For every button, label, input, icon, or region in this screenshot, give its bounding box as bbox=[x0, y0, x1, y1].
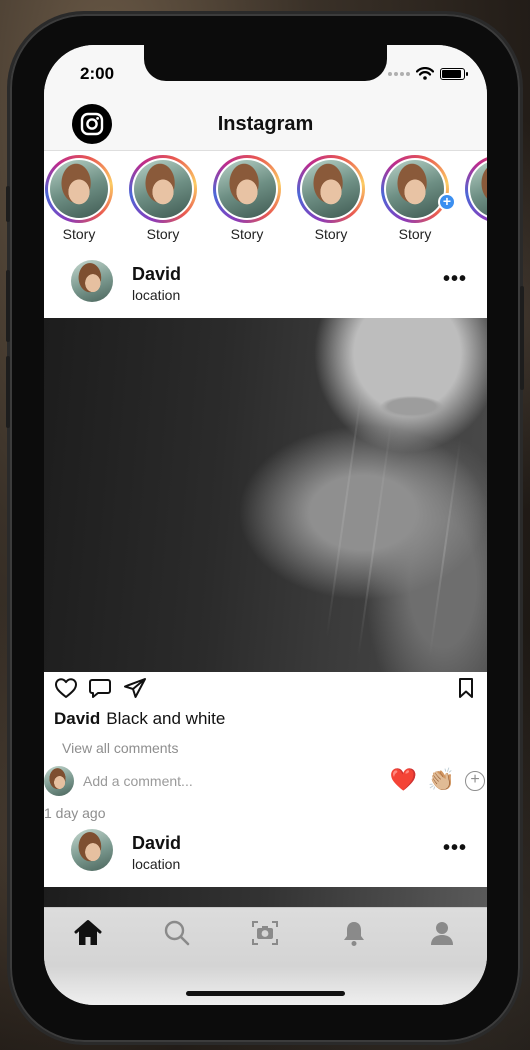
tab-bar bbox=[44, 907, 487, 1005]
battery-level bbox=[442, 69, 461, 78]
avatar[interactable] bbox=[71, 260, 113, 302]
story-avatar bbox=[470, 160, 487, 218]
app-screen: 2:00 Instagram Story Story Story Story +… bbox=[44, 45, 487, 1005]
story-item[interactable]: + Story bbox=[380, 155, 456, 242]
heart-emoji-button[interactable]: ❤️ bbox=[390, 767, 417, 793]
heart-icon[interactable] bbox=[54, 677, 78, 699]
story-item[interactable]: S bbox=[464, 155, 487, 242]
story-label: Story bbox=[62, 226, 96, 242]
story-item[interactable]: Story bbox=[296, 155, 366, 242]
post-username[interactable]: David bbox=[132, 264, 181, 285]
home-icon bbox=[74, 920, 102, 945]
story-item[interactable]: Story bbox=[44, 155, 114, 242]
story-avatar bbox=[50, 160, 108, 218]
post-location[interactable]: location bbox=[132, 287, 180, 303]
clap-emoji-button[interactable]: 👏🏼 bbox=[428, 767, 455, 793]
story-label: Story bbox=[314, 226, 348, 242]
post-caption: David Black and white bbox=[54, 709, 225, 729]
add-story-badge[interactable]: + bbox=[438, 193, 456, 211]
post-actions bbox=[44, 675, 487, 705]
volume-down-button bbox=[6, 356, 10, 428]
comment-input[interactable] bbox=[83, 773, 283, 789]
search-icon bbox=[164, 920, 190, 946]
tab-home[interactable] bbox=[70, 917, 106, 949]
bell-icon bbox=[344, 922, 364, 946]
add-reaction-button[interactable]: + bbox=[465, 771, 485, 791]
caption-username[interactable]: David bbox=[54, 709, 100, 728]
caption-text: Black and white bbox=[106, 709, 226, 728]
mute-switch bbox=[6, 186, 10, 222]
story-avatar bbox=[218, 160, 276, 218]
share-icon[interactable] bbox=[123, 677, 147, 699]
more-options-icon[interactable]: ••• bbox=[443, 269, 467, 289]
view-all-comments-link[interactable]: View all comments bbox=[62, 740, 178, 756]
story-avatar bbox=[386, 160, 444, 218]
tab-profile[interactable] bbox=[424, 917, 460, 949]
app-header: Instagram bbox=[44, 104, 487, 151]
profile-icon bbox=[431, 922, 453, 945]
avatar[interactable] bbox=[71, 829, 113, 871]
photo-detail bbox=[325, 379, 365, 637]
story-avatar bbox=[134, 160, 192, 218]
post-username[interactable]: David bbox=[132, 833, 181, 854]
status-time: 2:00 bbox=[80, 64, 115, 83]
story-label: Story bbox=[398, 226, 432, 242]
tab-camera[interactable] bbox=[247, 917, 283, 949]
tab-notifications[interactable] bbox=[336, 917, 372, 949]
comment-icon[interactable] bbox=[88, 677, 112, 699]
power-button bbox=[520, 286, 524, 390]
story-item[interactable]: Story bbox=[128, 155, 198, 242]
cellular-signal-icon bbox=[388, 71, 410, 76]
avatar bbox=[44, 766, 74, 796]
comment-row: ❤️ 👏🏼 + bbox=[44, 765, 487, 797]
story-label: Story bbox=[146, 226, 180, 242]
post-header: David location ••• bbox=[44, 250, 487, 318]
post-header: David location ••• bbox=[44, 819, 487, 887]
battery-icon bbox=[440, 67, 468, 80]
story-label: S bbox=[464, 226, 487, 242]
app-title: Instagram bbox=[217, 113, 314, 135]
post-photo[interactable] bbox=[44, 318, 487, 672]
camera-icon bbox=[252, 921, 278, 945]
photo-detail bbox=[357, 419, 393, 657]
notch bbox=[144, 45, 387, 81]
volume-up-button bbox=[6, 270, 10, 342]
bookmark-icon[interactable] bbox=[457, 677, 475, 699]
wifi-icon bbox=[416, 67, 434, 80]
more-options-icon[interactable]: ••• bbox=[443, 838, 467, 858]
tab-search[interactable] bbox=[159, 917, 195, 949]
post-location[interactable]: location bbox=[132, 856, 180, 872]
story-label: Story bbox=[230, 226, 264, 242]
photo-detail bbox=[428, 438, 462, 658]
story-item[interactable]: Story bbox=[212, 155, 282, 242]
stories-row[interactable]: Story Story Story Story + Story S bbox=[44, 151, 487, 249]
story-avatar bbox=[302, 160, 360, 218]
home-indicator[interactable] bbox=[186, 991, 345, 996]
